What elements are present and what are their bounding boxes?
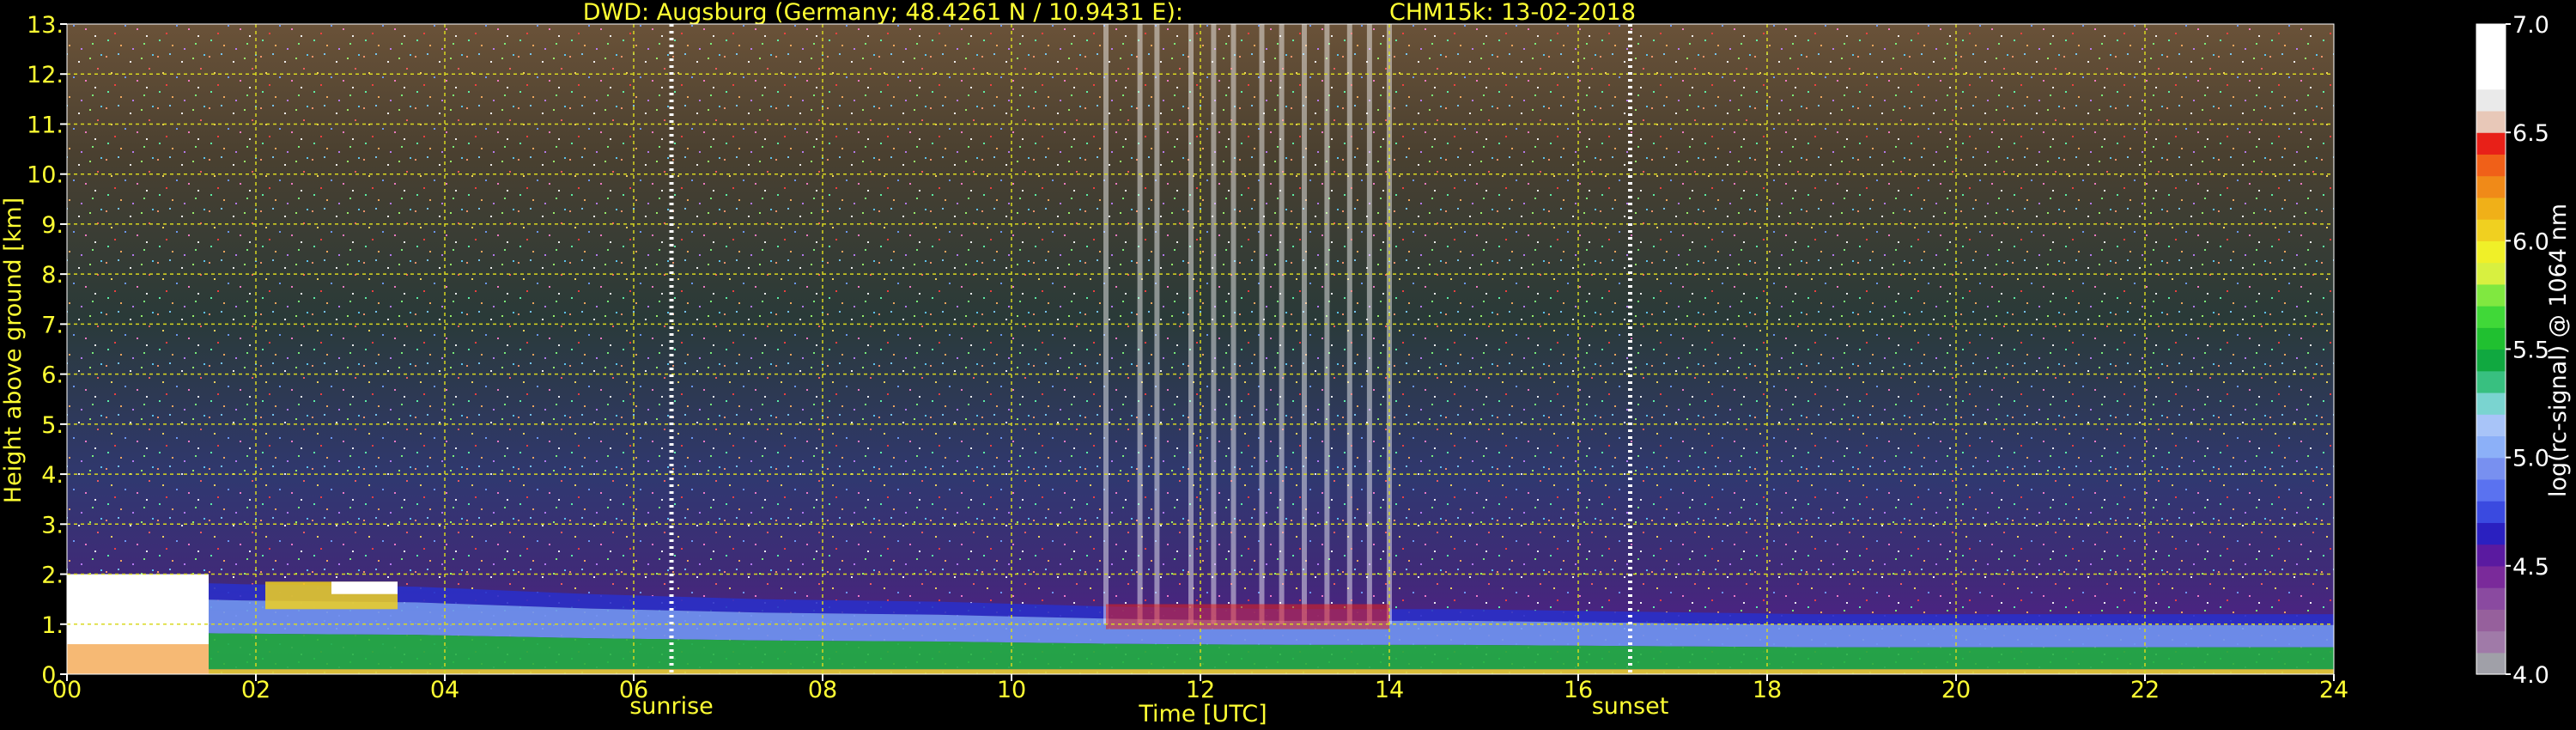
colorbar-tick-label: 4.5 — [2512, 554, 2549, 581]
x-tick-label: 14 — [1375, 677, 1404, 703]
colorbar-swatch — [2476, 587, 2506, 610]
ceilometer-plot: DWD: Augsburg (Germany; 48.4261 N / 10.9… — [0, 0, 2572, 727]
cloud-block-core — [331, 581, 398, 594]
colorbar-swatch — [2476, 565, 2506, 588]
colorbar-swatch — [2476, 392, 2506, 415]
colorbar-swatch — [2476, 414, 2506, 437]
colorbar-tick-label: 6.5 — [2512, 120, 2549, 147]
colorbar-tick-label: 5.5 — [2512, 338, 2549, 364]
colorbar-swatch — [2476, 46, 2506, 69]
title-instrument-date: CHM15k: 13-02-2018 — [1389, 0, 1636, 26]
colorbar-swatch — [2476, 652, 2506, 675]
colorbar-swatch — [2476, 240, 2506, 264]
y-tick-label: 7. — [41, 312, 64, 338]
cloud-block-base — [67, 644, 209, 674]
colorbar-swatch — [2476, 478, 2506, 502]
x-tick-label: 08 — [808, 677, 837, 703]
x-tick-label: 22 — [2130, 677, 2160, 703]
x-axis-label: Time [UTC] — [1138, 701, 1267, 727]
colorbar-swatch — [2476, 132, 2506, 155]
colorbar-swatch — [2476, 544, 2506, 567]
colorbar-swatch — [2476, 262, 2506, 285]
colorbar-swatch — [2476, 67, 2506, 90]
chart-title: DWD: Augsburg (Germany; 48.4261 N / 10.9… — [583, 0, 1636, 26]
colorbar-swatch — [2476, 370, 2506, 393]
y-tick-label: 12. — [27, 62, 64, 88]
colorbar-swatch — [2476, 110, 2506, 133]
y-tick-label: 10. — [27, 162, 64, 189]
y-tick-label: 8. — [41, 262, 64, 289]
colorbar-swatch — [2476, 349, 2506, 372]
y-tick-label: 1. — [41, 612, 64, 639]
colorbar-label: log(rc-signal) @ 1064 nm — [2545, 204, 2572, 497]
x-tick-label: 18 — [1753, 677, 1782, 703]
x-tick-label: 02 — [241, 677, 270, 703]
colorbar-swatch — [2476, 88, 2506, 112]
colorbar-swatch — [2476, 306, 2506, 328]
y-tick-label: 13. — [27, 12, 64, 39]
y-axis-label: Height above ground [km] — [0, 198, 27, 503]
colorbar-tick-label: 6.0 — [2512, 228, 2549, 255]
y-tick-label: 9. — [41, 212, 64, 239]
y-tick-label: 3. — [41, 512, 64, 538]
colorbar-swatch — [2476, 283, 2506, 307]
x-tick-label: 20 — [1941, 677, 1971, 703]
y-tick-label: 11. — [27, 112, 64, 138]
colorbar-tick-label: 4.0 — [2512, 662, 2549, 689]
x-tick-label: 12 — [1186, 677, 1215, 703]
y-tick-label: 0. — [41, 662, 64, 689]
colorbar-swatch — [2476, 630, 2506, 654]
colorbar-swatch — [2476, 24, 2506, 46]
colorbar-swatch — [2476, 219, 2506, 241]
x-tick-label: 04 — [430, 677, 459, 703]
y-tick-label: 5. — [41, 412, 64, 439]
colorbar-swatch — [2476, 154, 2506, 177]
x-tick-label: 16 — [1564, 677, 1593, 703]
colorbar-swatch — [2476, 197, 2506, 220]
colorbar-swatch — [2476, 327, 2506, 350]
y-tick-label: 4. — [41, 462, 64, 489]
colorbar-swatch — [2476, 457, 2506, 480]
colorbar-tick-label: 7.0 — [2512, 12, 2549, 39]
x-tick-label: 06 — [619, 677, 648, 703]
x-tick-label: 24 — [2319, 677, 2348, 703]
colorbar-swatch — [2476, 609, 2506, 632]
colorbar-swatch — [2476, 501, 2506, 523]
colorbar-swatch — [2476, 175, 2506, 198]
precip-cloud-base — [1106, 604, 1389, 630]
marker-label-sunset: sunset — [1592, 693, 1669, 720]
colorbar-swatch — [2476, 522, 2506, 545]
colorbar-tick-label: 5.0 — [2512, 446, 2549, 472]
y-tick-label: 2. — [41, 563, 64, 589]
title-station: DWD: Augsburg (Germany; 48.4261 N / 10.9… — [583, 0, 1183, 26]
y-tick-label: 6. — [41, 362, 64, 389]
x-tick-label: 10 — [997, 677, 1026, 703]
colorbar-swatch — [2476, 435, 2506, 459]
colorbar: 4.0 4.5 5.0 5.5 6.0 6.5 7.0 — [2476, 12, 2549, 689]
